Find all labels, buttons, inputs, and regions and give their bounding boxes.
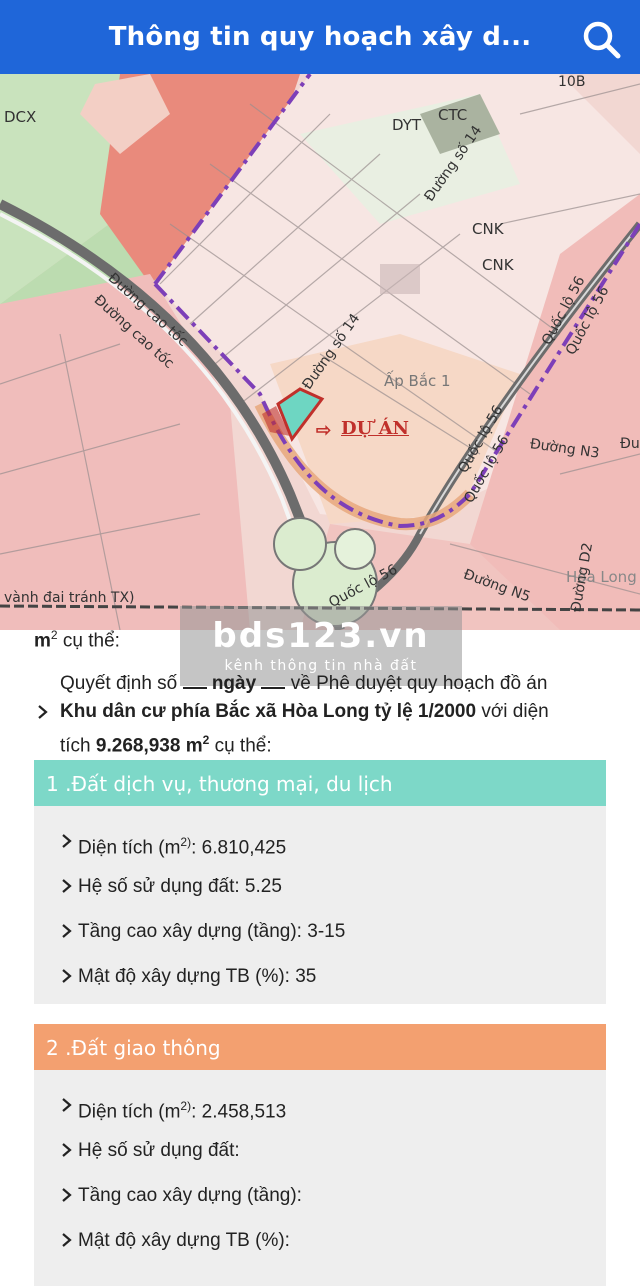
chevron-right-icon: [62, 1188, 72, 1202]
watermark-main: bds123.vn: [212, 616, 430, 656]
page-title: Thông tin quy hoạch xây d...: [108, 22, 532, 52]
planning-map[interactable]: DCX DYT CTC CNK CNK Ấp Bắc 1 Hòa Long Đư…: [0, 74, 640, 630]
app-header: Thông tin quy hoạch xây d...: [0, 0, 640, 74]
road-label-10b: 10B: [558, 74, 586, 90]
map-label-cnk-1: CNK: [472, 220, 504, 238]
intro-line-3: tích 9.268,938 m2 cụ thể:: [60, 733, 272, 757]
search-icon: [583, 21, 621, 59]
section-2-row-density: Mật độ xây dựng TB (%):: [34, 1227, 606, 1272]
chevron-right-icon: [62, 1098, 72, 1112]
decision-intro: Quyết định số ngày về Phê duyệt quy hoạc…: [34, 670, 614, 760]
chevron-right-icon: [62, 834, 72, 848]
chevron-right-icon: [62, 969, 72, 983]
partial-text-line: m2 cụ thể:: [34, 628, 120, 652]
total-area: 9.268,938 m: [95, 735, 203, 757]
intro-line-1: Quyết định số ngày về Phê duyệt quy hoạc…: [60, 673, 548, 694]
project-name: Khu dân cư phía Bắc xã Hòa Long tỷ lệ 1/…: [60, 701, 477, 722]
intro-line-2: Khu dân cư phía Bắc xã Hòa Long tỷ lệ 1/…: [34, 698, 614, 726]
section-1-row-coefficient: Hệ số sử dụng đất: 5.25: [34, 873, 606, 918]
chevron-right-icon: [62, 1233, 72, 1247]
chevron-right-icon: [62, 1143, 72, 1157]
section-heading-2[interactable]: 2 .Đất giao thông: [34, 1024, 606, 1070]
map-label-dyt: DYT: [392, 116, 422, 134]
chevron-right-icon: [38, 705, 48, 719]
section-card-1: 1 .Đất dịch vụ, thương mại, du lịch Diện…: [34, 760, 606, 1004]
area-unit: m: [34, 630, 51, 652]
road-label-du: Đu: [620, 436, 640, 452]
section-heading-1[interactable]: 1 .Đất dịch vụ, thương mại, du lịch: [34, 760, 606, 806]
section-2-row-coefficient: Hệ số sử dụng đất:: [34, 1137, 606, 1182]
chevron-right-icon: [62, 879, 72, 893]
section-1-row-area: Diện tích (m2): 6.810,425: [34, 828, 606, 873]
section-1-row-density: Mật độ xây dựng TB (%): 35: [34, 963, 606, 1008]
map-label-ctc: CTC: [438, 106, 468, 124]
section-card-2: 2 .Đất giao thông Diện tích (m2): 2.458,…: [34, 1024, 606, 1286]
project-arrow: ⇨: [316, 420, 332, 440]
search-button[interactable]: [582, 20, 622, 60]
section-2-row-area: Diện tích (m2): 2.458,513: [34, 1092, 606, 1137]
section-2-row-floors: Tầng cao xây dựng (tầng):: [34, 1182, 606, 1227]
project-label[interactable]: DỰ ÁN: [341, 418, 409, 439]
section-1-row-floors: Tầng cao xây dựng (tầng): 3-15: [34, 918, 606, 963]
road-label-vanh-dai: vành đai tránh TX): [4, 590, 135, 606]
map-label-ap-bac: Ấp Bắc 1: [384, 372, 451, 390]
map-label-dcx: DCX: [4, 108, 37, 126]
blank-decision-number: [182, 687, 207, 689]
chevron-right-icon: [62, 924, 72, 938]
partial-text: cụ thể:: [62, 630, 120, 652]
blank-date: [261, 687, 286, 689]
map-label-cnk-2: CNK: [482, 256, 514, 274]
